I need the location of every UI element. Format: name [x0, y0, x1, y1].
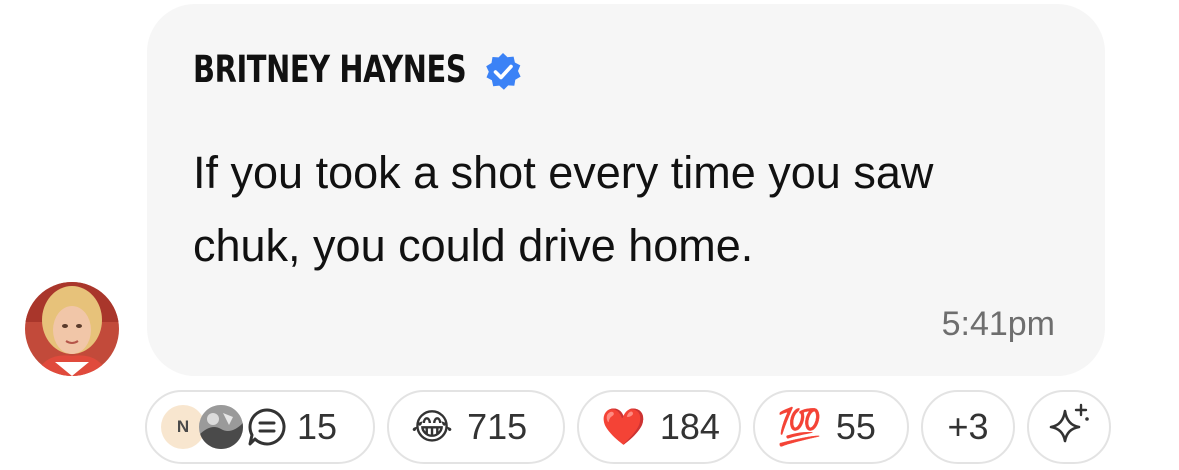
sparkle-icon [1047, 401, 1091, 454]
hundred-points-emoji-icon: 💯 [777, 406, 822, 447]
chat-bubble-icon [245, 405, 289, 449]
message-text: If you took a shot every time you saw ch… [193, 147, 934, 271]
reaction-hundred-count: 55 [835, 406, 876, 447]
reaction-hundred[interactable]: 💯 55 [753, 390, 909, 464]
heart-emoji-icon: ❤️ [601, 406, 646, 447]
participant-photo-avatar [199, 405, 243, 449]
avatar[interactable] [25, 282, 119, 376]
verified-badge-icon [483, 52, 523, 92]
timestamp: 5:41pm [941, 305, 1055, 343]
more-reactions-label: +3 [947, 406, 989, 447]
reaction-heart[interactable]: ❤️ 184 [577, 390, 741, 464]
message-bubble[interactable]: BRITNEY HAYNES If you took a shot every … [147, 4, 1105, 376]
reaction-heart-count: 184 [659, 406, 720, 447]
reaction-bar: N 15 😂 715 ❤️ 184 💯 55 +3 [145, 390, 1111, 468]
replies-count: 15 [297, 406, 338, 447]
laughing-emoji-icon: 😂 [411, 406, 454, 447]
more-reactions-button[interactable]: +3 [921, 390, 1015, 464]
reaction-laugh-count: 715 [467, 406, 528, 447]
author-name[interactable]: BRITNEY HAYNES [193, 48, 467, 91]
replies-pill[interactable]: N 15 [145, 390, 375, 464]
reaction-laugh[interactable]: 😂 715 [387, 390, 565, 464]
add-reaction-button[interactable] [1027, 390, 1111, 464]
